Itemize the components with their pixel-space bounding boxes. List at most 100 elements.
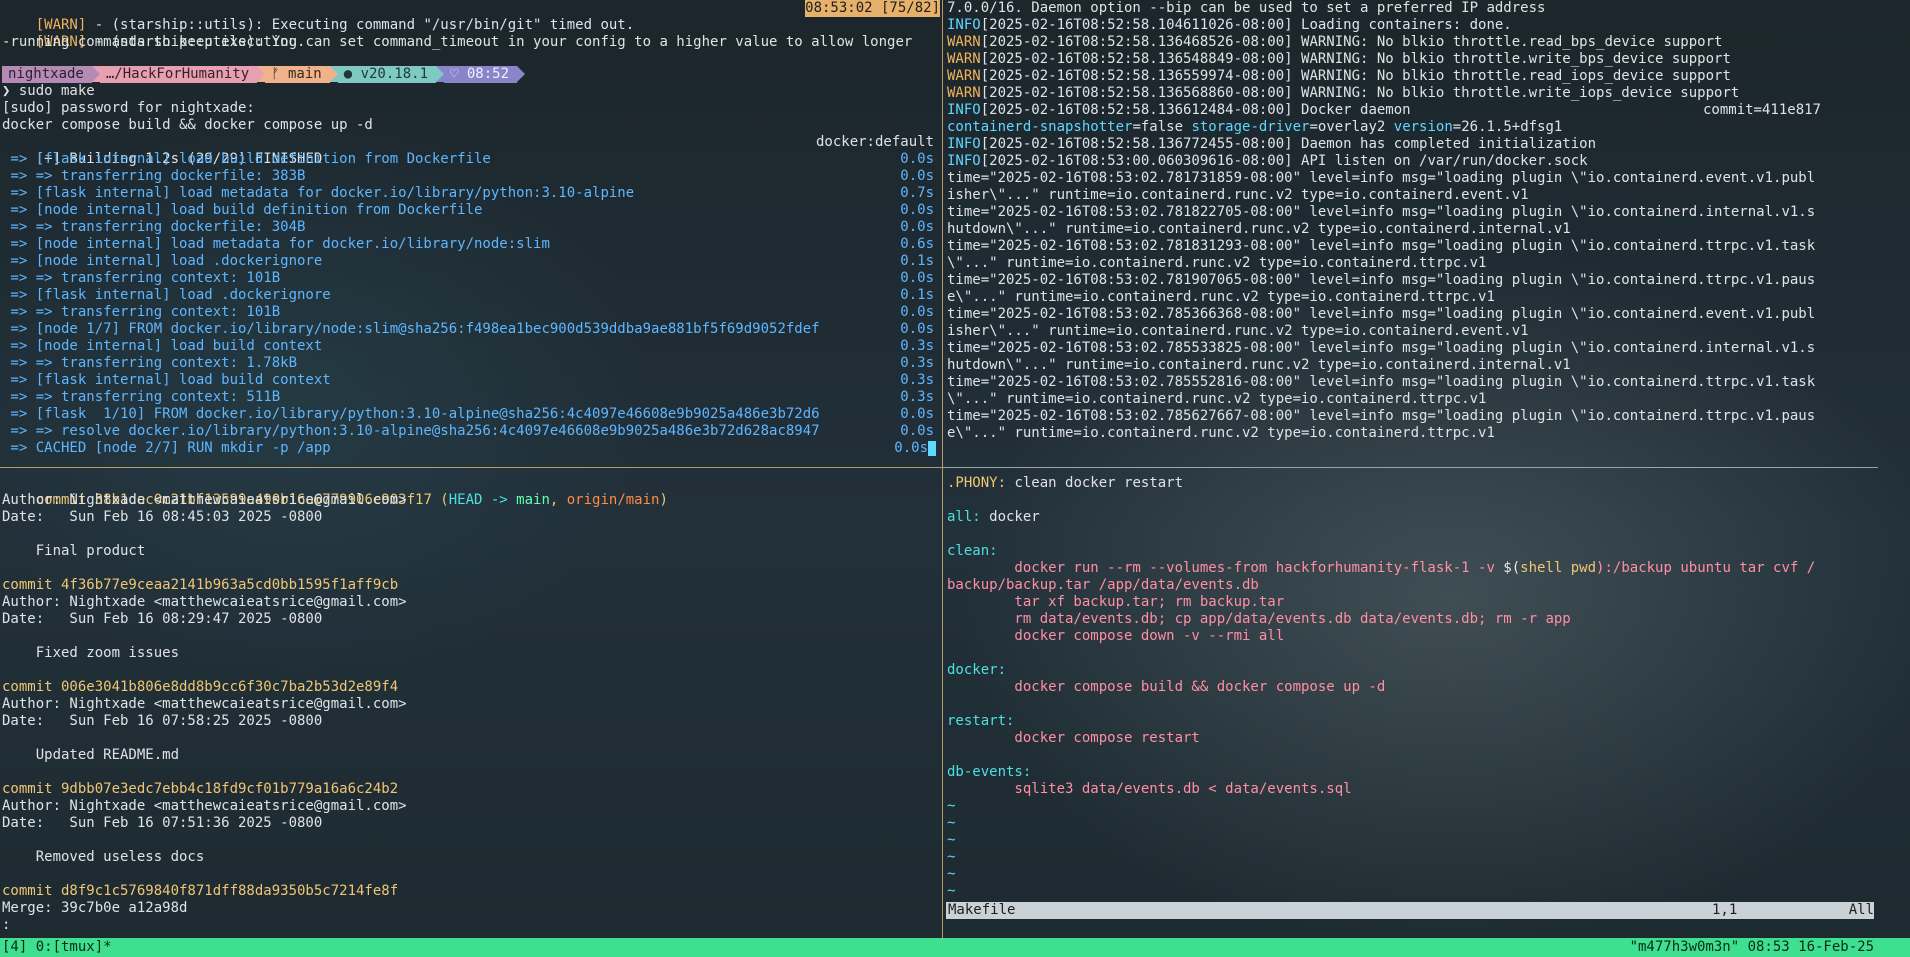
build-step-time: 0.3s — [900, 355, 934, 371]
build-step-text: => => transferring context: 101B — [2, 304, 281, 320]
log-commit: commit=411e817 — [1702, 102, 1821, 118]
vim-empty-line-marker: ~ — [947, 798, 956, 814]
log-text: time="2025-02-16T08:53:02.781822705-08:0… — [947, 204, 1816, 220]
pane-divider-horizontal-left[interactable] — [0, 467, 942, 468]
build-step: => [node internal] load build context 0.3… — [2, 338, 940, 355]
git-log-line: Fixed zoom issues — [2, 645, 180, 661]
terminal-cursor — [928, 441, 936, 456]
pane-divider-vertical[interactable] — [942, 0, 943, 938]
warn-line: [WARN] - (starship::utils): You can set … — [2, 17, 940, 50]
build-step-text: => CACHED [node 2/7] RUN mkdir -p /app — [2, 440, 331, 456]
build-step: => [flask internal] load .dockerignore 0.… — [2, 287, 940, 304]
log-line: time="2025-02-16T08:53:02.781731859-08:0… — [947, 170, 1877, 187]
vim-scroll-position: All — [1848, 902, 1874, 918]
log-text: time="2025-02-16T08:53:02.781731859-08:0… — [947, 170, 1816, 186]
make-recipe: docker run --rm --volumes-from hackforhu… — [947, 560, 1877, 577]
log-key: containerd-snapshotter — [947, 119, 1133, 135]
build-step-time: 0.0s — [900, 423, 934, 439]
build-step-time: 0.0s — [900, 321, 934, 337]
build-step: => => transferring context: 101B 0.0s — [2, 304, 940, 321]
git-log-line: Date: Sun Feb 16 08:29:47 2025 -0800 — [2, 611, 323, 627]
recipe-text: ):/backup ubuntu tar cvf / — [1596, 560, 1816, 576]
build-step: => => transferring dockerfile: 304B 0.0s — [2, 219, 940, 236]
build-step-text: => [flask internal] load .dockerignore — [2, 287, 331, 303]
make-target: all: — [947, 509, 981, 525]
pane-docker-daemon-log[interactable]: 7.0.0/16. Daemon option --bip can be use… — [947, 0, 1877, 466]
daemon-log: 7.0.0/16. Daemon option --bip can be use… — [947, 0, 1877, 442]
build-step-text: => => resolve docker.io/library/python:3… — [2, 423, 820, 439]
build-step-time: 0.3s — [900, 372, 934, 388]
vim-cursor-position: 1,1 — [1712, 902, 1738, 918]
git-branch-icon: ᚠ — [271, 66, 280, 82]
commit-line: commit 006e3041b806e8dd8b9cc6f30c7ba2b53… — [2, 679, 399, 695]
log-text: time="2025-02-16T08:53:02.785366368-08:0… — [947, 306, 1816, 322]
build-step-time: 0.0s — [900, 202, 934, 218]
prompt-path: …/HackForHumanity — [99, 66, 258, 83]
build-step: => [node internal] load .dockerignore 0.1… — [2, 253, 940, 270]
make-recipe: docker compose down -v --rmi all — [947, 628, 1285, 644]
log-line: e\"..." runtime=io.containerd.runc.v2 ty… — [947, 289, 1877, 306]
warn-line-cont: -running commands to keep executing. — [2, 34, 306, 50]
prompt-branch: ᚠ main — [265, 66, 330, 83]
build-step: => [node internal] load build definition… — [2, 202, 940, 219]
build-step: => [flask 1/10] FROM docker.io/library/p… — [2, 406, 940, 423]
build-step-time: 0.0s — [894, 440, 928, 456]
vim-empty-line-marker: ~ — [947, 866, 956, 882]
shell-prompt: nightxade …/HackForHumanity ᚠ main ● v20… — [2, 66, 940, 83]
tmux-status-right: "m477h3w0m3n" 08:53 16-Feb-25 — [1629, 939, 1874, 955]
sudo-prompt: [sudo] password for nightxade: — [2, 100, 255, 116]
build-step-text: => => transferring context: 1.78kB — [2, 355, 298, 371]
log-text: \"..." runtime=io.containerd.runc.v2 typ… — [947, 391, 1487, 407]
make-target-line: all: docker — [947, 509, 1877, 526]
pane-git-log[interactable]: commit 38b1dac0c21bf13599a490b16a6779906… — [2, 475, 940, 937]
prompt-user: nightxade — [2, 66, 92, 83]
build-step-text: => => transferring context: 101B — [2, 270, 281, 286]
git-log-line: Updated README.md — [2, 747, 180, 763]
commit-line: commit 4f36b77e9ceaa2141b963a5cd0bb1595f… — [2, 577, 399, 593]
log-text: time="2025-02-16T08:53:02.781831293-08:0… — [947, 238, 1816, 254]
make-dependency: docker — [980, 509, 1040, 525]
log-text: e\"..." runtime=io.containerd.runc.v2 ty… — [947, 425, 1495, 441]
warn-line: [WARN] - (starship::utils): Executing co… — [2, 0, 940, 33]
log-line: time="2025-02-16T08:53:02.785552816-08:0… — [947, 374, 1877, 391]
make-target: db-events: — [947, 764, 1032, 780]
tmux-status-bar: [4] 0:[tmux]* "m477h3w0m3n" 08:53 16-Feb… — [0, 938, 1910, 957]
make-recipe: docker compose restart — [947, 730, 1200, 746]
vim-filename: Makefile — [948, 902, 1016, 918]
make-recipe: docker compose build && docker compose u… — [947, 679, 1386, 695]
log-text: e\"..." runtime=io.containerd.runc.v2 ty… — [947, 289, 1495, 305]
build-step: => [flask internal] load build context 0.… — [2, 372, 940, 389]
build-step: => [flask internal] load build definitio… — [2, 151, 940, 168]
build-step-time: 0.3s — [900, 338, 934, 354]
log-key: version — [1393, 119, 1453, 135]
commit-line: commit 9dbb07e3edc7ebb4c18fd9cf01b779a16… — [2, 781, 399, 797]
log-text: 7.0.0/16. Daemon option --bip can be use… — [947, 0, 1546, 16]
git-log-line: Removed useless docs — [2, 849, 205, 865]
pane-build-output[interactable]: [WARN] - (starship::utils): Executing co… — [2, 0, 940, 466]
log-line: WARN[2025-02-16T08:52:58.136568860-08:00… — [947, 85, 1877, 102]
build-step-time: 0.7s — [900, 185, 934, 201]
log-key: storage-driver — [1191, 119, 1310, 135]
make-recipe: sqlite3 data/events.db < data/events.sql — [947, 781, 1352, 797]
tmux-window-list[interactable]: [4] 0:[tmux]* — [0, 939, 112, 955]
commit-line: commit 38b1dac0c21bf13599a490b16a6779906… — [35, 492, 668, 508]
log-line: WARN[2025-02-16T08:52:58.136468526-08:00… — [947, 34, 1877, 51]
pane-vim-makefile[interactable]: .PHONY: clean docker restart all: docker… — [947, 475, 1877, 900]
log-line: time="2025-02-16T08:53:02.785627667-08:0… — [947, 408, 1877, 425]
log-text: time="2025-02-16T08:53:02.785552816-08:0… — [947, 374, 1816, 390]
timestamp-badge: 08:53:02 [75/82] — [805, 0, 940, 17]
log-line: hutdown\"..." runtime=io.containerd.runc… — [947, 357, 1877, 374]
build-step: => => transferring context: 101B 0.0s — [2, 270, 940, 287]
log-text: isher\"..." runtime=io.containerd.runc.v… — [947, 323, 1529, 339]
pane-divider-horizontal-right[interactable] — [943, 467, 1878, 468]
build-step-text: => => transferring dockerfile: 304B — [2, 219, 306, 235]
log-level-tag: INFO — [947, 153, 981, 169]
build-step-text: => [flask internal] load metadata for do… — [2, 185, 635, 201]
git-log-line: Merge: 39c7b0e a12a98d — [2, 900, 188, 916]
log-text: hutdown\"..." runtime=io.containerd.runc… — [947, 221, 1571, 237]
log-line: \"..." runtime=io.containerd.runc.v2 typ… — [947, 255, 1877, 272]
